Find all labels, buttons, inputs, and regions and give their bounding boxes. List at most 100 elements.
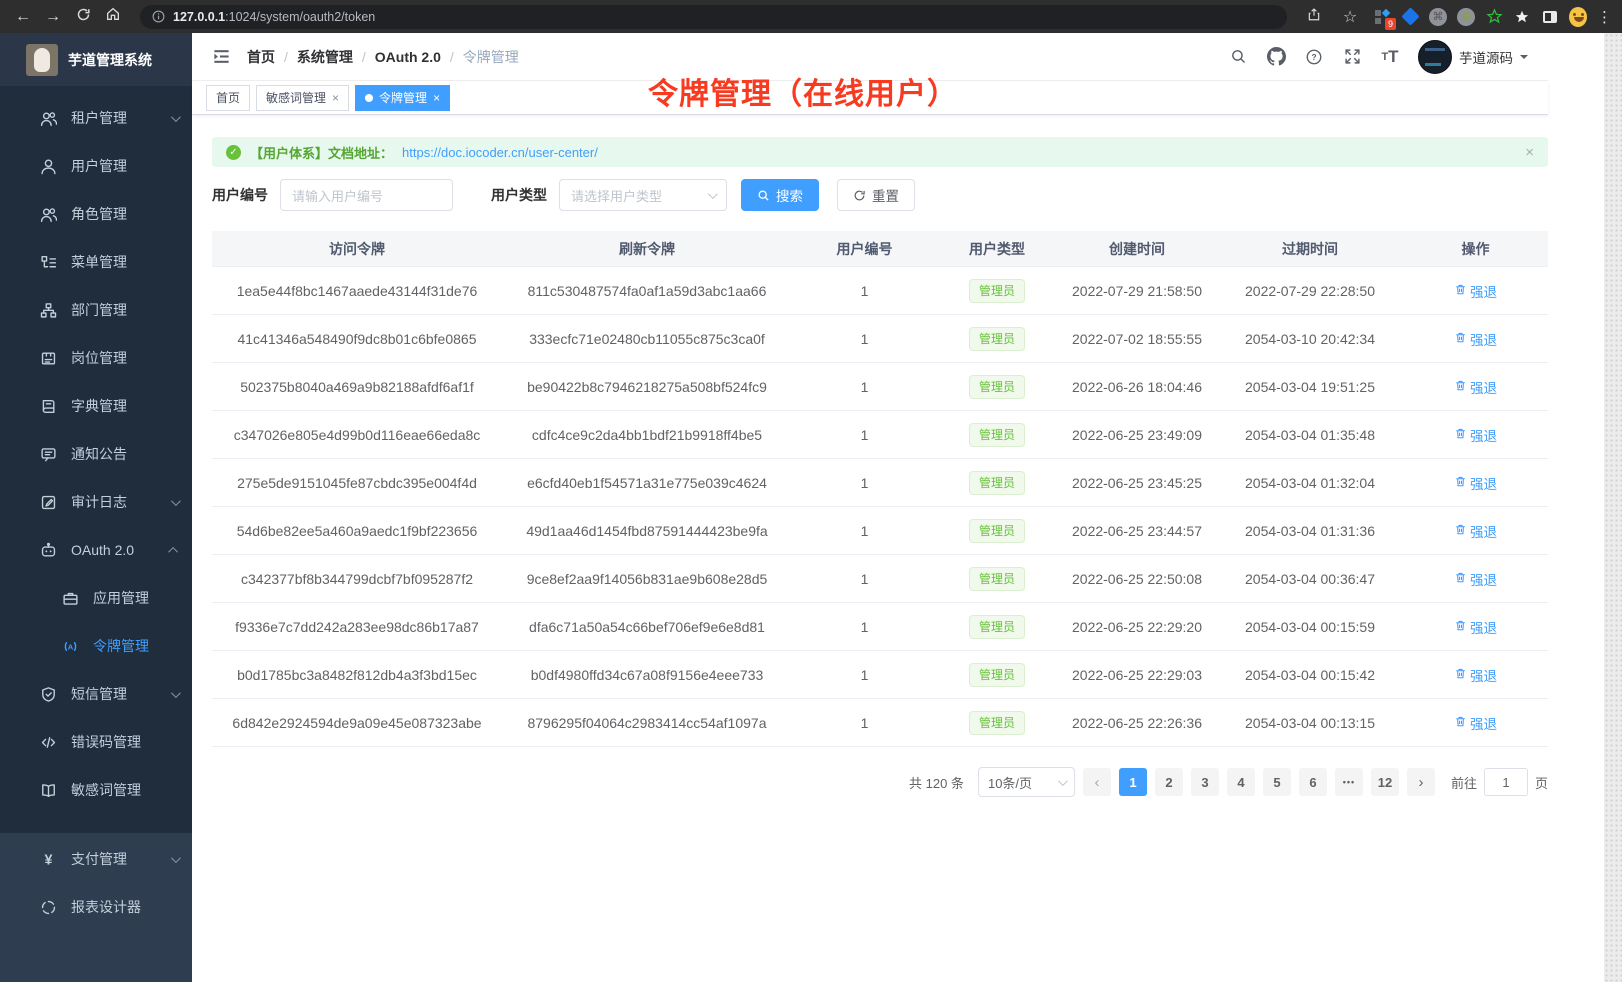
alert-doc-link[interactable]: https://doc.iocoder.cn/user-center/ [402, 145, 598, 160]
bookmark-star-icon[interactable]: ☆ [1337, 7, 1363, 27]
force-logout-button[interactable]: 强退 [1454, 569, 1497, 589]
sidebar-item-角色管理[interactable]: 角色管理 [0, 190, 192, 238]
column-header-创建时间: 创建时间 [1057, 239, 1217, 259]
page-size-select[interactable]: 10条/页 [978, 767, 1075, 797]
sidebar-item-报表设计器[interactable]: 报表设计器 [0, 883, 192, 931]
next-page-button[interactable]: › [1407, 768, 1435, 796]
action-cell: 强退 [1403, 617, 1548, 637]
sidebar-item-租户管理[interactable]: 租户管理 [0, 94, 192, 142]
search-icon[interactable] [1228, 47, 1248, 67]
sidebar-item-短信管理[interactable]: 短信管理 [0, 670, 192, 718]
refresh-token-cell: 811c530487574fa0af1a59d3abc1aa66 [502, 283, 792, 299]
breadcrumb-item[interactable]: OAuth 2.0 [375, 49, 441, 65]
sidebar-item-支付管理[interactable]: ¥支付管理 [0, 835, 192, 883]
delete-icon [1454, 475, 1467, 491]
force-logout-button[interactable]: 强退 [1454, 281, 1497, 301]
green-star-extension-icon[interactable] [1485, 8, 1503, 26]
red-annotation: 令牌管理（在线用户） [648, 69, 958, 113]
pin-extension-icon[interactable] [1513, 8, 1531, 26]
tab-敏感词管理[interactable]: 敏感词管理× [256, 85, 349, 111]
tab-close-icon[interactable]: × [332, 91, 339, 105]
extension-blocks-icon[interactable]: 9 [1373, 8, 1391, 26]
page-info-icon[interactable] [152, 10, 165, 23]
force-logout-button[interactable]: 强退 [1454, 473, 1497, 493]
table-row: 275e5de9151045fe87cbdc395e004f4de6cfd40e… [212, 459, 1548, 507]
back-icon[interactable]: ← [10, 8, 36, 26]
force-logout-button[interactable]: 强退 [1454, 713, 1497, 733]
created-time-cell: 2022-06-26 18:04:46 [1057, 379, 1217, 395]
alert-close-icon[interactable]: × [1525, 144, 1534, 161]
svg-text:¥: ¥ [45, 852, 53, 868]
chevron-down-icon [1520, 55, 1528, 63]
force-logout-button[interactable]: 强退 [1454, 521, 1497, 541]
chrome-menu-icon[interactable]: ⋮ [1597, 8, 1612, 26]
page-button-5[interactable]: 5 [1263, 768, 1291, 796]
page-button-4[interactable]: 4 [1227, 768, 1255, 796]
created-time-cell: 2022-07-29 21:58:50 [1057, 283, 1217, 299]
reset-button[interactable]: 重置 [837, 179, 915, 211]
chevron-down-icon [171, 112, 181, 122]
search-button[interactable]: 搜索 [741, 179, 819, 211]
prev-page-button[interactable]: ‹ [1083, 768, 1111, 796]
user-menu[interactable]: 芋道源码 [1418, 40, 1528, 74]
tab-close-icon[interactable]: × [433, 91, 440, 105]
page-button-1[interactable]: 1 [1119, 768, 1147, 796]
gem-extension-icon[interactable] [1401, 8, 1419, 26]
user-type-tag: 管理员 [969, 567, 1025, 591]
pager-more-button[interactable]: ••• [1335, 768, 1363, 796]
sidebar-logo[interactable]: 芋道管理系统 [0, 33, 192, 86]
user-type-cell: 管理员 [937, 519, 1057, 543]
font-size-icon[interactable]: TT [1380, 47, 1400, 67]
page-button-2[interactable]: 2 [1155, 768, 1183, 796]
sidebar-item-通知公告[interactable]: 通知公告 [0, 430, 192, 478]
sidebar-item-字典管理[interactable]: 字典管理 [0, 382, 192, 430]
reload-icon[interactable] [70, 7, 96, 27]
github-icon[interactable] [1266, 47, 1286, 67]
tab-首页[interactable]: 首页 [206, 85, 250, 111]
home-icon[interactable] [100, 6, 126, 27]
logo-rabbit-image [26, 44, 58, 76]
table-header-row: 访问令牌刷新令牌用户编号用户类型创建时间过期时间操作 [212, 231, 1548, 267]
user-type-select[interactable]: 请选择用户类型 [559, 179, 727, 211]
split-view-icon[interactable] [1541, 8, 1559, 26]
sidebar-item-应用管理[interactable]: 应用管理 [0, 574, 192, 622]
sidebar-item-用户管理[interactable]: 用户管理 [0, 142, 192, 190]
refresh-token-cell: cdfc4ce9c2da4bb1bdf21b9918ff4be5 [502, 427, 792, 443]
sidebar-item-审计日志[interactable]: 审计日志 [0, 478, 192, 526]
force-logout-button[interactable]: 强退 [1454, 377, 1497, 397]
delete-icon [1454, 283, 1467, 299]
page-button-12[interactable]: 12 [1371, 768, 1399, 796]
url-bar[interactable]: 127.0.0.1:1024/system/oauth2/token [140, 5, 1287, 29]
share-icon[interactable] [1301, 7, 1327, 27]
help-icon[interactable]: ? [1304, 47, 1324, 67]
sidebar-item-错误码管理[interactable]: 错误码管理 [0, 718, 192, 766]
tenant-users-icon [40, 110, 57, 127]
forward-icon[interactable]: → [40, 8, 66, 26]
force-logout-button[interactable]: 强退 [1454, 329, 1497, 349]
tab-令牌管理[interactable]: 令牌管理× [355, 85, 450, 111]
page-button-6[interactable]: 6 [1299, 768, 1327, 796]
fullscreen-icon[interactable] [1342, 47, 1362, 67]
force-logout-button[interactable]: 强退 [1454, 425, 1497, 445]
user-id-input[interactable]: 请输入用户编号 [280, 179, 453, 211]
sidebar-item-岗位管理[interactable]: 岗位管理 [0, 334, 192, 382]
alert-text: 【用户体系】文档地址： [250, 143, 393, 162]
sidebar-item-敏感词管理[interactable]: 敏感词管理 [0, 766, 192, 814]
sidebar-item-令牌管理[interactable]: A令牌管理 [0, 622, 192, 670]
breadcrumb-item[interactable]: 系统管理 [297, 47, 353, 67]
sidebar-fold-icon[interactable] [212, 47, 231, 66]
page-button-3[interactable]: 3 [1191, 768, 1219, 796]
record-extension-icon[interactable] [1457, 8, 1475, 26]
access-token-cell: 502375b8040a469a9b82188afdf6af1f [212, 379, 502, 395]
sidebar-item-label: 岗位管理 [71, 348, 178, 368]
sidebar-item-菜单管理[interactable]: 菜单管理 [0, 238, 192, 286]
command-extension-icon[interactable]: ⌘ [1429, 8, 1447, 26]
force-logout-button[interactable]: 强退 [1454, 665, 1497, 685]
breadcrumb-item[interactable]: 首页 [247, 47, 275, 67]
sidebar-item-OAuth 2.0[interactable]: OAuth 2.0 [0, 526, 192, 574]
user-id-cell: 1 [792, 523, 937, 539]
profile-emoji-icon[interactable] [1569, 8, 1587, 26]
force-logout-button[interactable]: 强退 [1454, 617, 1497, 637]
sidebar-item-部门管理[interactable]: 部门管理 [0, 286, 192, 334]
goto-page-input[interactable]: 1 [1484, 768, 1528, 796]
